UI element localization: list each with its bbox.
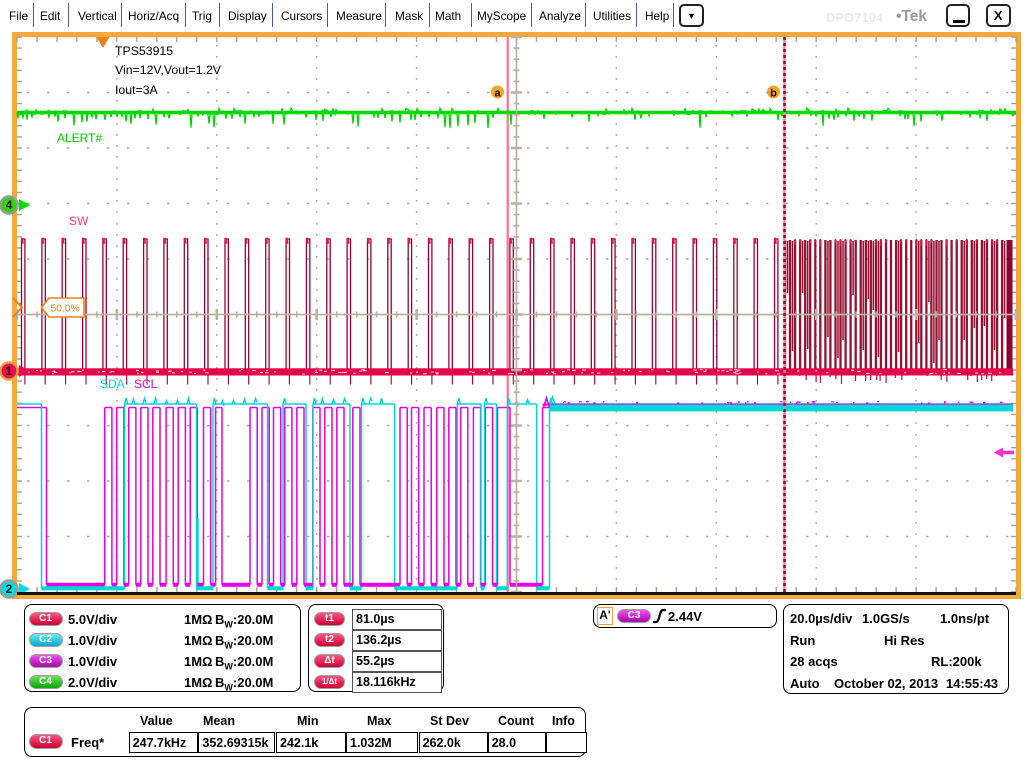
svg-text:SCL: SCL: [134, 377, 158, 391]
svg-text:ALERT#: ALERT#: [57, 131, 102, 145]
svg-text:SW: SW: [69, 214, 89, 228]
svg-text:1: 1: [6, 364, 13, 378]
svg-text:2: 2: [6, 582, 13, 596]
svg-text:4: 4: [6, 198, 13, 212]
svg-text:b: b: [770, 88, 777, 100]
svg-text:SDA: SDA: [100, 377, 125, 391]
svg-text:a: a: [494, 88, 501, 100]
svg-text:50.0%: 50.0%: [51, 304, 80, 315]
